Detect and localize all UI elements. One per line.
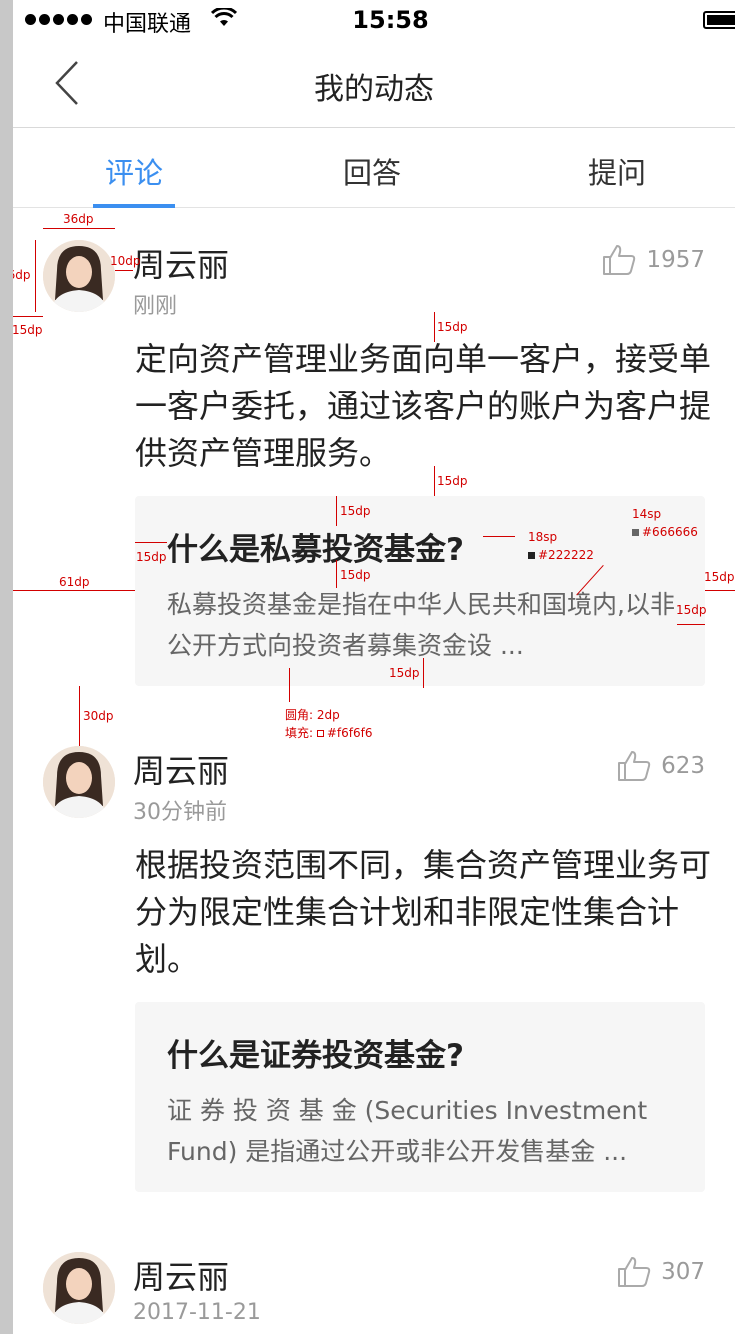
thumbs-up-icon: [618, 751, 651, 781]
avatar[interactable]: [43, 746, 115, 818]
swatch-icon: [632, 529, 639, 536]
annotation-line: [35, 240, 36, 312]
annotation-label: 填充: #f6f6f6: [285, 726, 373, 740]
annotation-line: [79, 686, 80, 746]
annotation-label: #222222: [528, 548, 594, 562]
swatch-icon: [316, 730, 324, 737]
annotation-line: [336, 496, 337, 526]
annotation-line: [423, 658, 424, 688]
annotation-line: [336, 560, 337, 588]
annotation-label: 15dp: [136, 550, 167, 564]
like-count: 1957: [646, 247, 705, 273]
annotation-line: [115, 270, 133, 271]
annotation-label: 10dp: [110, 254, 141, 268]
annotation-label: #666666: [632, 525, 698, 539]
annotation-label: 15dp: [437, 474, 468, 488]
annotation-line: [434, 466, 435, 496]
annotation-label: 15dp: [437, 320, 468, 334]
annotation-label: 61dp: [59, 575, 90, 589]
avatar-image: [43, 746, 115, 818]
tab-bar: 评论 回答 提问: [13, 128, 735, 208]
annotation-line: [43, 228, 115, 229]
post-time: 刚刚: [133, 294, 178, 319]
quote-card[interactable]: 什么是私募投资基金? 私募投资基金是指在中华人民共和国境内,以非公开方式向投资者…: [135, 496, 705, 686]
avatar[interactable]: [43, 240, 115, 312]
swatch-icon: [528, 552, 535, 559]
annotation-line: [289, 668, 290, 702]
annotation-label: 36dp: [63, 212, 94, 226]
quote-body: 私募投资基金是指在中华人民共和国境内,以非公开方式向投资者募集资金设 ...: [167, 590, 675, 660]
annotation-label: 15dp: [340, 568, 371, 582]
annotation-label: 15dp: [340, 504, 371, 518]
annotation-label: 15dp: [389, 666, 420, 680]
comment-text: 根据投资范围不同，集合资产管理业务可分为限定性集合计划和非限定性集合计划。: [135, 846, 712, 978]
post-time: 2017-11-21: [133, 1300, 261, 1325]
nav-bar: 我的动态: [13, 40, 735, 128]
left-rail: [0, 0, 13, 1334]
user-name[interactable]: 周云丽: [133, 240, 229, 286]
annotation-label: 14sp: [632, 507, 662, 521]
avatar[interactable]: [43, 1252, 115, 1324]
user-name[interactable]: 周云丽: [133, 1252, 229, 1298]
phone-screen: 中国联通 15:58 我的动态 评论 回答 提问 周云丽 刚刚 1957 定向资…: [13, 0, 735, 1334]
quote-body: 证 券 投 资 基 金 (Securities Investment Fund)…: [167, 1096, 648, 1166]
annotation-line: [434, 312, 435, 342]
annotation-line: [677, 624, 705, 625]
annotation-label: 15dp: [704, 570, 735, 584]
avatar-image: [43, 240, 115, 312]
annotation-label: 36dp: [13, 268, 31, 282]
battery-icon: [703, 11, 735, 29]
annotation-line: [705, 590, 735, 591]
tab-answers[interactable]: 回答: [331, 150, 413, 192]
thumbs-up-icon: [603, 245, 636, 275]
like-count: 623: [661, 753, 705, 779]
tab-questions[interactable]: 提问: [576, 150, 658, 192]
post-time: 30分钟前: [133, 800, 227, 825]
annotation-label: 15dp: [13, 323, 43, 337]
like-button[interactable]: 623: [617, 750, 705, 782]
annotation-line: [135, 542, 167, 543]
tab-comments[interactable]: 评论: [93, 150, 175, 192]
page-title: 我的动态: [314, 72, 434, 107]
thumbs-up-icon: [618, 1257, 651, 1287]
annotation-label: 18sp: [528, 530, 558, 544]
annotation-label: 15dp: [676, 603, 707, 617]
annotation-label: 圆角: 2dp: [285, 708, 340, 722]
annotation-line: [13, 590, 135, 591]
annotation-label: 30dp: [83, 709, 114, 723]
status-bar: 中国联通 15:58: [13, 0, 735, 40]
annotation-line: [483, 536, 515, 537]
quote-title: 什么是证券投资基金?: [167, 1038, 464, 1074]
avatar-image: [43, 1252, 115, 1324]
quote-card[interactable]: 什么是证券投资基金? 证 券 投 资 基 金 (Securities Inves…: [135, 1002, 705, 1192]
status-time: 15:58: [352, 6, 429, 34]
comment-text: 定向资产管理业务面向单一客户，接受单一客户委托，通过该客户的账户为客户提供资产管…: [135, 340, 712, 472]
quote-title: 什么是私募投资基金?: [167, 532, 464, 568]
user-name[interactable]: 周云丽: [133, 746, 229, 792]
annotation-line: [13, 316, 43, 317]
tab-indicator: [93, 204, 175, 208]
like-button[interactable]: 307: [617, 1256, 705, 1288]
like-count: 307: [661, 1259, 705, 1285]
like-button[interactable]: 1957: [602, 244, 705, 276]
